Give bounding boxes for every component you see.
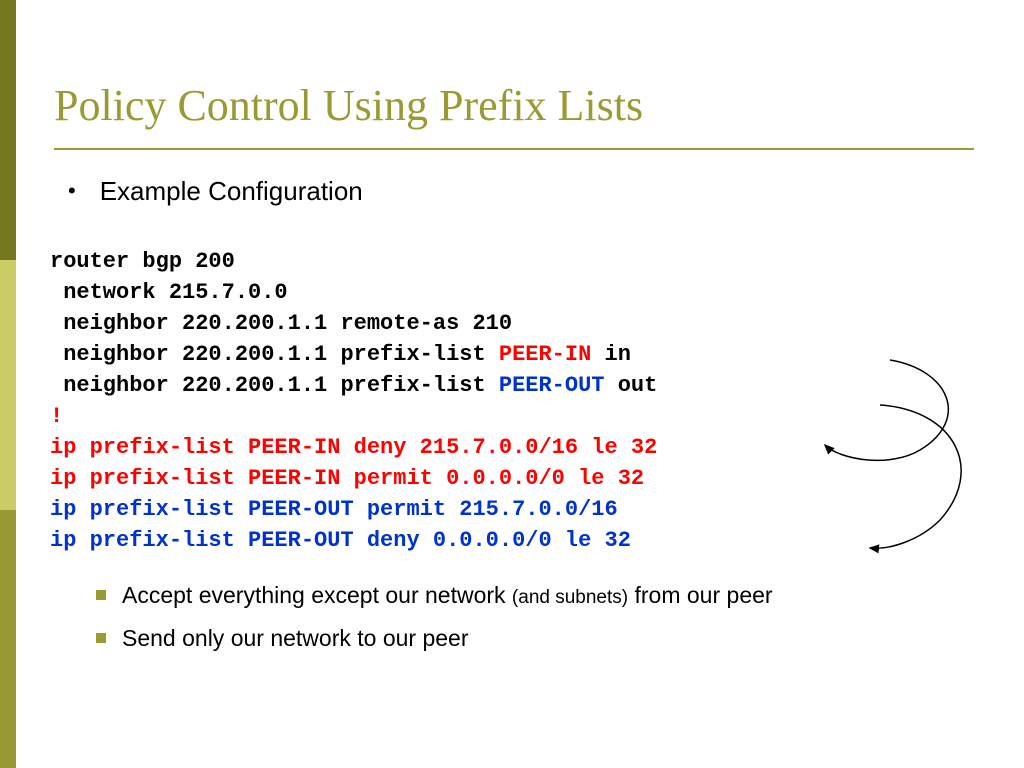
slide: Policy Control Using Prefix Lists • Exam… bbox=[0, 0, 1024, 768]
square-bullet-icon bbox=[96, 633, 106, 643]
notes-list: Accept everything except our network (an… bbox=[96, 580, 916, 663]
note-item: Send only our network to our peer bbox=[96, 623, 916, 653]
code-line: ! bbox=[50, 404, 63, 429]
peer-out-keyword: PEER-OUT bbox=[499, 373, 605, 398]
code-line: neighbor 220.200.1.1 remote-as 210 bbox=[50, 311, 512, 336]
code-line-red: ip prefix-list PEER-IN deny 215.7.0.0/16… bbox=[50, 435, 657, 460]
left-stripe-dark bbox=[0, 0, 16, 260]
code-line: neighbor 220.200.1.1 prefix-list bbox=[50, 373, 499, 398]
peer-in-keyword: PEER-IN bbox=[499, 342, 591, 367]
square-bullet-icon bbox=[96, 590, 106, 600]
code-line-blue: ip prefix-list PEER-OUT permit 215.7.0.0… bbox=[50, 497, 618, 522]
note-text: Accept everything except our network (an… bbox=[122, 580, 773, 613]
left-stripe-light bbox=[0, 510, 16, 768]
code-line: in bbox=[591, 342, 631, 367]
bullet-dot-icon: • bbox=[68, 176, 76, 206]
code-line-red: ip prefix-list PEER-IN permit 0.0.0.0/0 … bbox=[50, 466, 644, 491]
code-line: router bgp 200 bbox=[50, 249, 235, 274]
note-text-part: Accept everything except our network bbox=[122, 582, 512, 608]
config-code-block: router bgp 200 network 215.7.0.0 neighbo… bbox=[50, 246, 657, 556]
note-text-paren: (and subnets) bbox=[512, 587, 628, 608]
note-text: Send only our network to our peer bbox=[122, 623, 468, 653]
subtitle-bullet: • Example Configuration bbox=[68, 176, 363, 207]
code-line: neighbor 220.200.1.1 prefix-list bbox=[50, 342, 499, 367]
title-underline bbox=[54, 148, 974, 150]
note-text-part: from our peer bbox=[628, 582, 772, 608]
arrows-annotation-icon bbox=[770, 350, 990, 570]
subtitle-text: Example Configuration bbox=[100, 176, 363, 207]
slide-title: Policy Control Using Prefix Lists bbox=[54, 80, 643, 131]
code-line: network 215.7.0.0 bbox=[50, 280, 288, 305]
note-item: Accept everything except our network (an… bbox=[96, 580, 916, 613]
code-line-blue: ip prefix-list PEER-OUT deny 0.0.0.0/0 l… bbox=[50, 528, 631, 553]
left-stripe-mid bbox=[0, 260, 16, 510]
code-line: out bbox=[605, 373, 658, 398]
